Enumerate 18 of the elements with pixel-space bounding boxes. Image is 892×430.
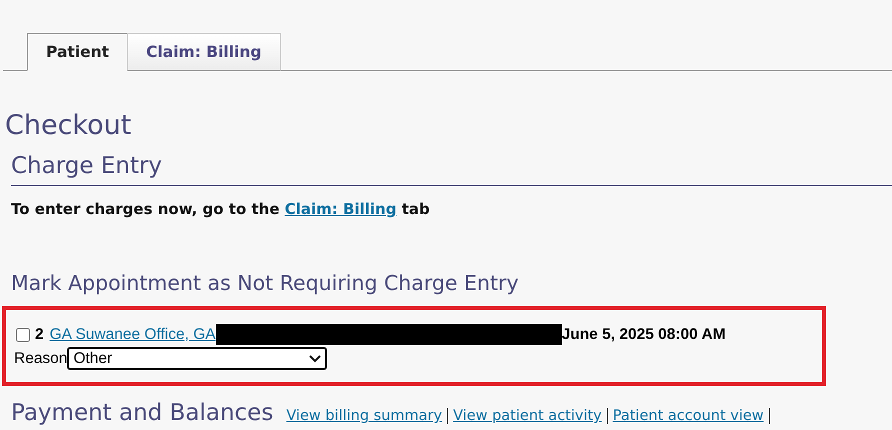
appointment-datetime: June 5, 2025 08:00 AM — [562, 326, 726, 344]
page-title: Checkout — [5, 109, 132, 143]
chevron-down-icon — [309, 354, 322, 362]
tab[interactable]: Patient — [27, 33, 128, 71]
payment-link[interactable]: Patient account view — [608, 408, 770, 424]
billing-link[interactable]: Claim: Billing — [284, 200, 396, 218]
appointment-checkbox[interactable] — [16, 328, 30, 342]
tab[interactable]: Claim: Billing — [127, 33, 280, 71]
payment-link[interactable]: View patient activity — [448, 408, 608, 424]
instruction-text: To enter charges now, go to the Claim: Billing tab — [11, 200, 431, 218]
appointment-number: 2 — [35, 326, 44, 344]
reason-select[interactable]: Other — [67, 347, 328, 370]
section-heading: Charge Entry — [11, 151, 892, 186]
reason-label: Reason — [14, 350, 68, 368]
payment-link[interactable]: View billing summary — [281, 408, 448, 424]
location-link[interactable]: GA Suwanee Office, GA — [50, 326, 216, 344]
section-heading: Payment and Balances — [11, 400, 274, 426]
section-heading: Mark Appointment as Not Requiring Charge Entry — [11, 270, 520, 297]
